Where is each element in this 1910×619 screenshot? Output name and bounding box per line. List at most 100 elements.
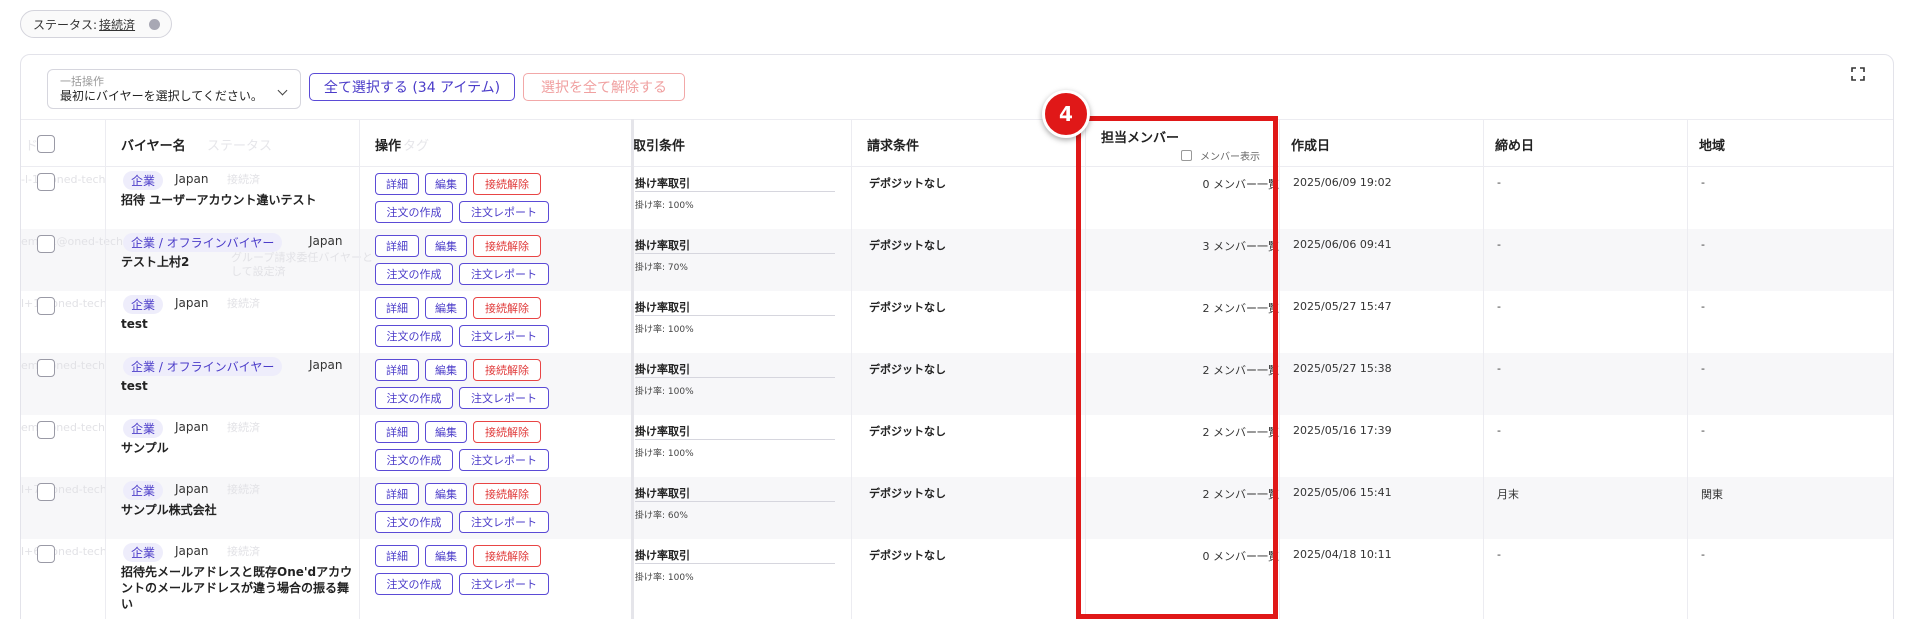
billing-terms: デポジットなし [869, 425, 946, 438]
row-checkbox[interactable] [37, 297, 55, 315]
disconnect-button[interactable]: 接続解除 [473, 235, 541, 257]
buyer-type-badge: 企業 [123, 295, 164, 314]
edit-button[interactable]: 編集 [425, 235, 467, 257]
table-row: l+1@oned-tech 企業 test 詳細 編集 接続解除 注文の作成 注文レポート 掛け… [21, 291, 1893, 353]
status-filter-chip[interactable]: ステータス: 接続済 [20, 10, 172, 38]
table-row: em@oned-tech 企業 サンプル 詳細 編集 接続解除 注文の作成 注文レポート 掛け率… [21, 415, 1893, 477]
terms-title: 掛け率取引 [635, 487, 690, 500]
terms-rate: 掛け率: 100% [635, 387, 694, 397]
highlight-box [1076, 116, 1278, 619]
col-divider-sticky [631, 119, 634, 619]
row-ghost-status: 接続済 [227, 173, 260, 186]
filter-value: 接続済 [99, 17, 136, 32]
edit-button[interactable]: 編集 [425, 297, 467, 319]
order-report-button[interactable]: 注文レポート [459, 263, 549, 285]
buyer-name[interactable]: サンプル株式会社 [121, 502, 357, 518]
disconnect-button[interactable]: 接続解除 [473, 545, 541, 567]
disconnect-button[interactable]: 接続解除 [473, 173, 541, 195]
terms-rate: 掛け率: 70% [635, 263, 688, 273]
row-checkbox[interactable] [37, 483, 55, 501]
row-checkbox[interactable] [37, 545, 55, 563]
closing-day: - [1497, 424, 1501, 437]
edit-button[interactable]: 編集 [425, 359, 467, 381]
billing-terms: デポジットなし [869, 177, 946, 190]
disconnect-button[interactable]: 接続解除 [473, 359, 541, 381]
buyer-type-badge: 企業 [123, 171, 164, 190]
created-date: 2025/06/09 19:02 [1293, 176, 1392, 189]
buyer-name[interactable]: 招待先メールアドレスと既存One'dアカウントのメールアドレスが違う場合の振る舞… [121, 564, 357, 612]
order-report-button[interactable]: 注文レポート [459, 201, 549, 223]
bulk-action-value: 最初にバイヤーを選択してください。 [60, 89, 263, 103]
col-divider [1279, 119, 1280, 619]
closing-day: - [1497, 176, 1501, 189]
order-report-button[interactable]: 注文レポート [459, 511, 549, 533]
row-ghost-email: l+1@oned-tech [21, 297, 107, 310]
terms-divider [635, 563, 835, 564]
country: Japan [175, 172, 209, 186]
create-order-button[interactable]: 注文の作成 [375, 449, 453, 471]
detail-button[interactable]: 詳細 [375, 173, 419, 195]
table-row: l+6@oned-tech 企業 招待先メールアドレスと既存One'dアカウントのメ… [21, 539, 1893, 611]
detail-button[interactable]: 詳細 [375, 359, 419, 381]
select-all-checkbox[interactable] [37, 135, 55, 153]
header-terms: 取引条件 [633, 138, 686, 154]
country: Japan [175, 420, 209, 434]
fullscreen-icon[interactable] [1851, 67, 1865, 81]
header-status: ステータス [207, 138, 273, 154]
row-checkbox[interactable] [37, 235, 55, 253]
created-date: 2025/05/16 17:39 [1293, 424, 1392, 437]
create-order-button[interactable]: 注文の作成 [375, 387, 453, 409]
edit-button[interactable]: 編集 [425, 173, 467, 195]
table-row: em@oned-tech 企業 / オフラインバイヤー test 詳細 編集 接続解除 注文… [21, 353, 1893, 415]
order-report-button[interactable]: 注文レポート [459, 573, 549, 595]
terms-divider [635, 315, 835, 316]
closing-day: - [1497, 300, 1501, 313]
detail-button[interactable]: 詳細 [375, 545, 419, 567]
detail-button[interactable]: 詳細 [375, 235, 419, 257]
terms-divider [635, 253, 835, 254]
table-row: em-l-1@oned-tech 企業 / オフラインバイヤー テスト上村2 詳細 編集… [21, 229, 1893, 291]
create-order-button[interactable]: 注文の作成 [375, 573, 453, 595]
edit-button[interactable]: 編集 [425, 483, 467, 505]
create-order-button[interactable]: 注文の作成 [375, 263, 453, 285]
buyer-name[interactable]: test [121, 316, 357, 332]
closing-day: - [1497, 238, 1501, 251]
terms-divider [635, 439, 835, 440]
order-report-button[interactable]: 注文レポート [459, 387, 549, 409]
edit-button[interactable]: 編集 [425, 545, 467, 567]
country: Japan [175, 544, 209, 558]
region: - [1701, 424, 1705, 437]
edit-button[interactable]: 編集 [425, 421, 467, 443]
disconnect-button[interactable]: 接続解除 [473, 297, 541, 319]
disconnect-button[interactable]: 接続解除 [473, 483, 541, 505]
country: Japan [309, 358, 343, 372]
row-checkbox[interactable] [37, 359, 55, 377]
detail-button[interactable]: 詳細 [375, 297, 419, 319]
detail-button[interactable]: 詳細 [375, 421, 419, 443]
row-ghost-email: em@oned-tech [21, 421, 106, 434]
select-all-button[interactable]: 全て選択する (34 アイテム) [309, 73, 515, 101]
created-date: 2025/06/06 09:41 [1293, 238, 1392, 251]
row-checkbox[interactable] [37, 421, 55, 439]
buyer-name[interactable]: サンプル [121, 440, 357, 456]
buyer-type-badge: 企業 / オフラインバイヤー [123, 233, 283, 252]
col-divider [359, 119, 360, 619]
create-order-button[interactable]: 注文の作成 [375, 325, 453, 347]
detail-button[interactable]: 詳細 [375, 483, 419, 505]
order-report-button[interactable]: 注文レポート [459, 449, 549, 471]
terms-divider [635, 191, 835, 192]
order-report-button[interactable]: 注文レポート [459, 325, 549, 347]
row-ghost-email: l+7@oned-tech [21, 483, 107, 496]
buyer-name[interactable]: test [121, 378, 357, 394]
bulk-action-select[interactable]: 一括操作 最初にバイヤーを選択してください。 [47, 69, 301, 109]
create-order-button[interactable]: 注文の作成 [375, 511, 453, 533]
row-checkbox[interactable] [37, 173, 55, 191]
buyer-name[interactable]: 招待 ユーザーアカウント違いテスト [121, 192, 357, 208]
terms-rate: 掛け率: 100% [635, 573, 694, 583]
deselect-all-button[interactable]: 選択を全て解除する [523, 73, 685, 101]
create-order-button[interactable]: 注文の作成 [375, 201, 453, 223]
remove-filter-icon[interactable] [149, 18, 161, 30]
row-ghost-email: em@oned-tech [21, 359, 106, 372]
terms-divider [635, 377, 835, 378]
disconnect-button[interactable]: 接続解除 [473, 421, 541, 443]
